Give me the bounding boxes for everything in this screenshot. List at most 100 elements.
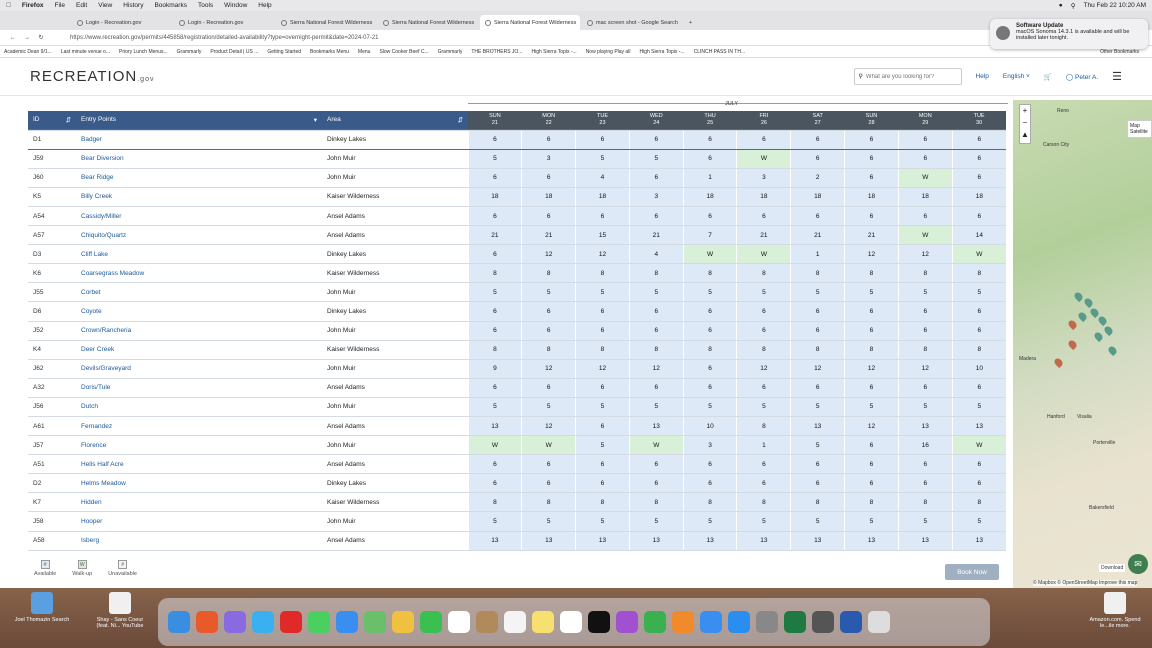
availability-cell[interactable]: 6 [628,130,684,150]
availability-cell[interactable]: 10 [682,416,737,437]
bookmark-item[interactable]: Priory Lunch Menus... [119,49,168,55]
availability-cell[interactable]: 6 [897,206,953,227]
help-link[interactable]: Help [976,73,989,80]
availability-cell[interactable]: 6 [844,435,899,456]
bookmark-item[interactable]: Product Detail | US ... [210,49,258,55]
availability-cell[interactable]: 4 [575,168,630,188]
availability-cell[interactable]: 5 [844,282,899,303]
availability-cell[interactable]: W [628,435,684,456]
availability-cell[interactable]: 6 [736,378,791,398]
firefox-icon[interactable] [196,611,218,633]
availability-cell[interactable]: 5 [575,282,630,303]
availability-cell[interactable]: 6 [467,378,522,398]
bookmark-item[interactable]: Academic Dean 9/1... [4,49,52,55]
availability-cell[interactable]: 6 [682,454,737,475]
availability-cell[interactable]: 6 [628,378,684,398]
entry-point-link[interactable]: Cliff Lake [76,244,322,265]
availability-cell[interactable]: 8 [575,492,630,513]
podcasts-icon[interactable] [616,611,638,633]
book-now-button[interactable]: Book Now [945,564,999,580]
availability-cell[interactable]: 5 [951,397,1006,418]
availability-cell[interactable]: W [897,225,953,246]
availability-cell[interactable]: 6 [575,321,630,341]
table-row[interactable]: A51 Hells Half Acre Ansel Adams 6 6 6 6 6 6 6 6 6 6 [28,454,1006,475]
availability-cell[interactable]: 6 [467,301,522,322]
software-update-notification[interactable]: Software Update macOS Sonoma 14.3.1 is a… [990,19,1148,49]
availability-cell[interactable]: 6 [521,321,576,341]
entry-point-link[interactable]: Crown/Rancheria [76,321,322,341]
availability-cell[interactable]: 5 [736,397,791,418]
table-row[interactable]: J60 Bear Ridge John Muir 6 6 4 6 1 3 2 6 W 6 [28,168,1006,188]
availability-cell[interactable]: 18 [682,187,737,207]
settings-icon[interactable] [756,611,778,633]
availability-cell[interactable]: 6 [951,206,1006,227]
availability-cell[interactable]: 13 [628,416,684,437]
language-select[interactable]: English ˅ [1003,73,1030,80]
site-search[interactable]: ⚲ [853,68,962,85]
map-pin-icon[interactable] [1066,338,1079,351]
app-menu[interactable]: Firefox [22,2,44,9]
entry-point-link[interactable]: Coarsegrass Meadow [76,263,322,284]
availability-cell[interactable]: 21 [521,225,576,246]
availability-cell[interactable]: 6 [575,454,630,475]
back-icon[interactable]: ← [8,35,18,41]
availability-cell[interactable]: 6 [844,378,899,398]
bookmark-item[interactable]: Last minute venue o... [61,49,110,55]
availability-cell[interactable]: 8 [628,340,684,360]
menu-edit[interactable]: Edit [76,2,87,9]
availability-cell[interactable]: 18 [521,187,576,207]
availability-cell[interactable]: 6 [844,149,899,169]
availability-cell[interactable]: 5 [628,282,684,303]
availability-cell[interactable]: 6 [575,378,630,398]
availability-cell[interactable]: 13 [897,531,953,551]
photos-icon[interactable] [392,611,414,633]
availability-cell[interactable]: 21 [467,225,522,246]
new-tab-button[interactable]: + [684,15,698,30]
bookmark-item[interactable]: High Sierra Topix -... [639,49,684,55]
contacts-icon[interactable] [476,611,498,633]
bookmark-item[interactable]: Menu [358,49,371,55]
availability-cell[interactable]: W [951,435,1006,456]
availability-cell[interactable]: 13 [790,416,845,437]
calendar-icon[interactable] [448,611,470,633]
availability-cell[interactable]: 8 [897,263,953,284]
availability-cell[interactable]: 13 [897,416,953,437]
table-row[interactable]: A32 Doris/Tule Ansel Adams 6 6 6 6 6 6 6 6 6 6 [28,378,1006,398]
table-row[interactable]: J59 Bear Diversion John Muir 5 3 5 5 6 W 6 6 6 6 [28,149,1006,169]
availability-cell[interactable]: 6 [467,206,522,227]
availability-cell[interactable]: 21 [844,225,899,246]
availability-cell[interactable]: 12 [736,359,791,379]
availability-cell[interactable]: 12 [844,244,899,265]
table-row[interactable]: J57 Florence John Muir W W 5 W 3 1 5 6 16 W [28,435,1006,456]
availability-cell[interactable]: 8 [467,492,522,513]
desktop-folder[interactable]: Joel Thomazin Search [12,592,72,623]
column-header-id[interactable]: ID ⇵ [28,111,76,131]
availability-cell[interactable]: 13 [951,416,1006,437]
availability-cell[interactable]: 6 [628,321,684,341]
safari-icon[interactable] [252,611,274,633]
availability-cell[interactable]: 6 [628,168,684,188]
address-input[interactable]: https://www.recreation.gov/permits/44585… [70,35,379,41]
availability-cell[interactable]: 8 [844,340,899,360]
entry-point-link[interactable]: Florence [76,435,322,456]
availability-cell[interactable]: 1 [736,435,791,456]
bookmark-item[interactable]: Slow Cooker Beef C... [379,49,428,55]
availability-cell[interactable]: 9 [467,359,522,379]
entry-point-link[interactable]: Isberg [76,531,322,551]
availability-cell[interactable]: 6 [467,244,522,265]
availability-cell[interactable]: 1 [790,244,845,265]
availability-cell[interactable]: 6 [897,149,953,169]
map-pin-icon[interactable] [1076,310,1089,323]
map-download-button[interactable]: Download [1099,564,1126,572]
availability-cell[interactable]: 5 [682,282,737,303]
menu-window[interactable]: Window [224,2,247,9]
availability-cell[interactable]: 8 [736,492,791,513]
menu-help[interactable]: Help [258,2,271,9]
availability-cell[interactable]: 6 [897,454,953,475]
availability-cell[interactable]: 6 [790,149,845,169]
availability-cell[interactable]: 5 [790,511,845,532]
availability-cell[interactable]: 12 [521,416,576,437]
availability-cell[interactable]: 3 [628,187,684,207]
availability-cell[interactable]: 6 [790,473,845,494]
availability-cell[interactable]: 5 [467,397,522,418]
